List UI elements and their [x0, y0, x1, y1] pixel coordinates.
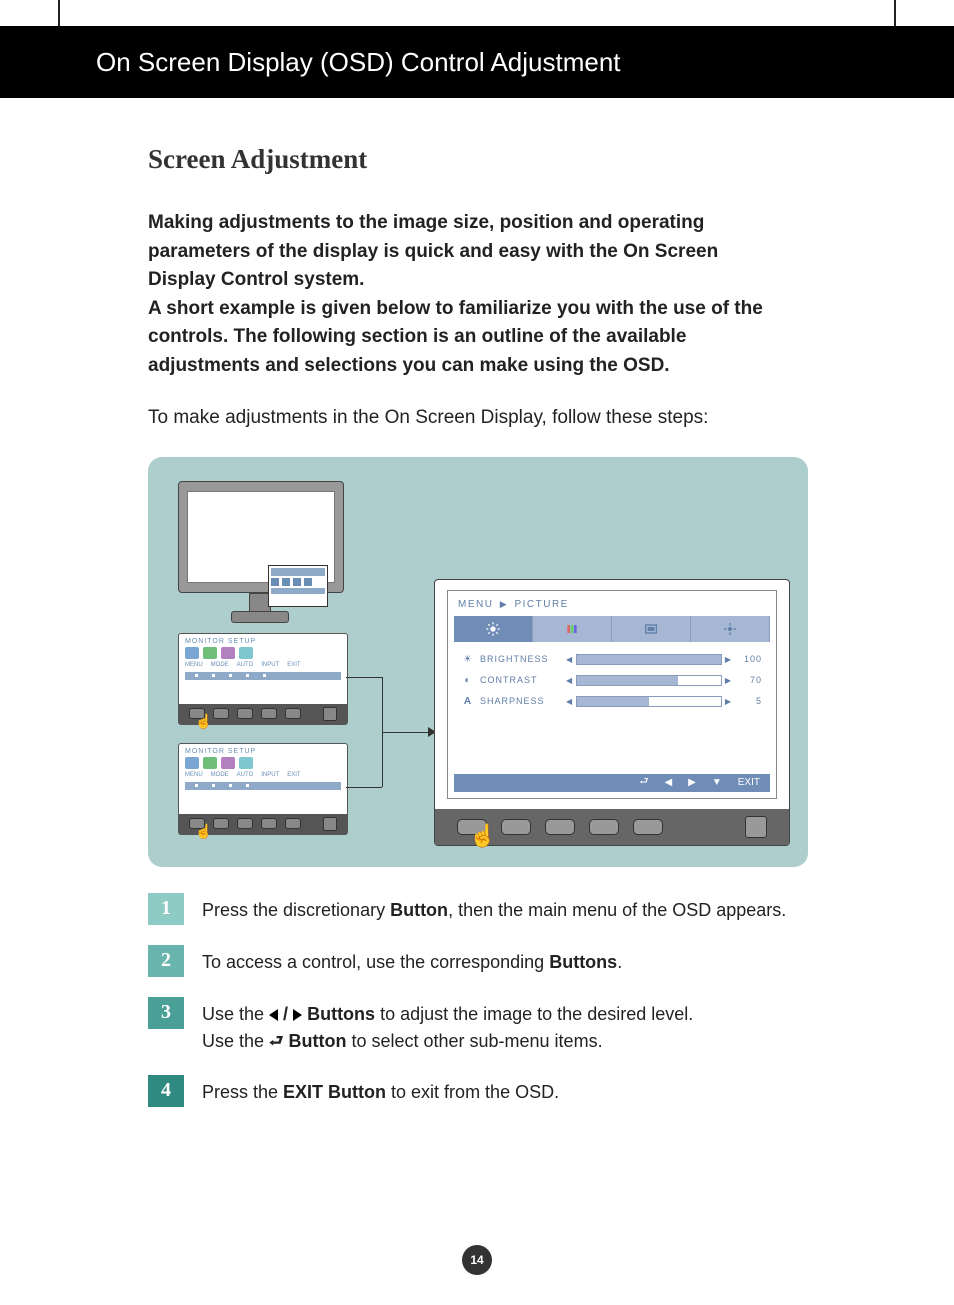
small-osd-title: MONITOR SETUP [179, 744, 347, 757]
section-title: Screen Adjustment [148, 144, 894, 175]
label: AUTO [237, 772, 254, 778]
osd-row: A SHARPNESS ◀ ▶ 5 [462, 696, 762, 707]
osd-callout-icon [268, 565, 328, 607]
breadcrumb-part: MENU [458, 599, 493, 610]
intro-normal: To make adjustments in the On Screen Dis… [148, 404, 808, 433]
osd-nav-bar: ⮐ ◀ ▶ ▼ EXIT [454, 774, 770, 792]
arrow-left-icon: ◀ [566, 655, 573, 664]
label: INPUT [261, 772, 279, 778]
monitor-icon [178, 481, 342, 623]
step-item: 1 Press the discretionary Button, then t… [148, 893, 894, 925]
settings-tab-icon [691, 616, 770, 642]
step-text: To access a control, use the correspondi… [202, 945, 622, 976]
arrow-left-icon: ◀ [664, 777, 672, 788]
illustration-panel: MONITOR SETUP MENU MODE AUTO INPUT EXIT … [148, 457, 808, 867]
step-number: 4 [148, 1075, 184, 1107]
hand-pointer-icon: ☝ [195, 713, 212, 730]
brightness-icon: ☀ [462, 654, 474, 665]
slider: ◀ ▶ [566, 696, 732, 707]
step-text: Use the / Buttons to adjust the image to… [202, 997, 693, 1055]
triangle-right-icon [293, 1009, 302, 1021]
osd-row: ◐ CONTRAST ◀ ▶ 70 [462, 675, 762, 686]
arrow-left-icon: ◀ [566, 676, 573, 685]
small-osd-device: MONITOR SETUP MENU MODE AUTO INPUT EXIT … [178, 633, 348, 725]
triangle-left-icon [269, 1009, 278, 1021]
step-number: 1 [148, 893, 184, 925]
step-item: 3 Use the / Buttons to adjust the image … [148, 997, 894, 1055]
small-osd-title: MONITOR SETUP [179, 634, 347, 647]
header-title: On Screen Display (OSD) Control Adjustme… [96, 47, 621, 78]
return-up-icon: ⮐ [269, 1034, 283, 1050]
slider: ◀ ▶ [566, 675, 732, 686]
arrow-right-icon: ▶ [725, 676, 732, 685]
osd-row: ☀ BRIGHTNESS ◀ ▶ 100 [462, 654, 762, 665]
step-text: Press the EXIT Button to exit from the O… [202, 1075, 559, 1106]
intro-bold: Making adjustments to the image size, po… [148, 209, 788, 380]
slider: ◀ ▶ [566, 654, 732, 665]
label: INPUT [261, 662, 279, 668]
label: EXIT [287, 772, 300, 778]
brightness-tab-icon [454, 616, 533, 642]
label: MODE [211, 662, 229, 668]
up-icon: ⮐ [639, 774, 648, 791]
label: MENU [185, 772, 203, 778]
arrow-down-icon: ▼ [712, 777, 722, 788]
page-number: 14 [462, 1245, 492, 1275]
label: MENU [185, 662, 203, 668]
contrast-icon: ◐ [462, 675, 474, 686]
header-bar: On Screen Display (OSD) Control Adjustme… [0, 26, 954, 98]
osd-row-value: 100 [736, 654, 762, 664]
hand-pointer-icon: ☝ [195, 823, 212, 840]
hand-pointer-icon: ☝ [469, 823, 496, 849]
label: MODE [211, 772, 229, 778]
steps-list: 1 Press the discretionary Button, then t… [148, 893, 894, 1107]
osd-row-value: 70 [736, 675, 762, 685]
arrow-left-icon: ◀ [566, 697, 573, 706]
osd-breadcrumb: MENU ▶ PICTURE [454, 597, 770, 616]
osd-row-label: CONTRAST [480, 675, 566, 685]
color-tab-icon [533, 616, 612, 642]
osd-tabs [454, 616, 770, 642]
osd-row-label: SHARPNESS [480, 696, 566, 706]
arrow-right-icon: ▶ [725, 697, 732, 706]
sharpness-icon: A [462, 696, 474, 707]
step-item: 4 Press the EXIT Button to exit from the… [148, 1075, 894, 1107]
display-tab-icon [612, 616, 691, 642]
step-number: 3 [148, 997, 184, 1029]
step-item: 2 To access a control, use the correspon… [148, 945, 894, 977]
arrow-right-icon: ▶ [688, 777, 696, 788]
large-osd-device: MENU ▶ PICTURE [434, 579, 790, 846]
osd-row-label: BRIGHTNESS [480, 654, 566, 664]
label: AUTO [237, 662, 254, 668]
power-button-icon [745, 816, 767, 838]
exit-label: EXIT [738, 777, 760, 788]
chevron-right-icon: ▶ [500, 599, 508, 610]
breadcrumb-part: PICTURE [514, 599, 568, 610]
small-osd-device: MONITOR SETUP MENU MODE AUTO INPUT EXIT … [178, 743, 348, 835]
step-number: 2 [148, 945, 184, 977]
osd-row-value: 5 [736, 696, 762, 706]
step-text: Press the discretionary Button, then the… [202, 893, 786, 924]
label: EXIT [287, 662, 300, 668]
arrow-right-icon: ▶ [725, 655, 732, 664]
